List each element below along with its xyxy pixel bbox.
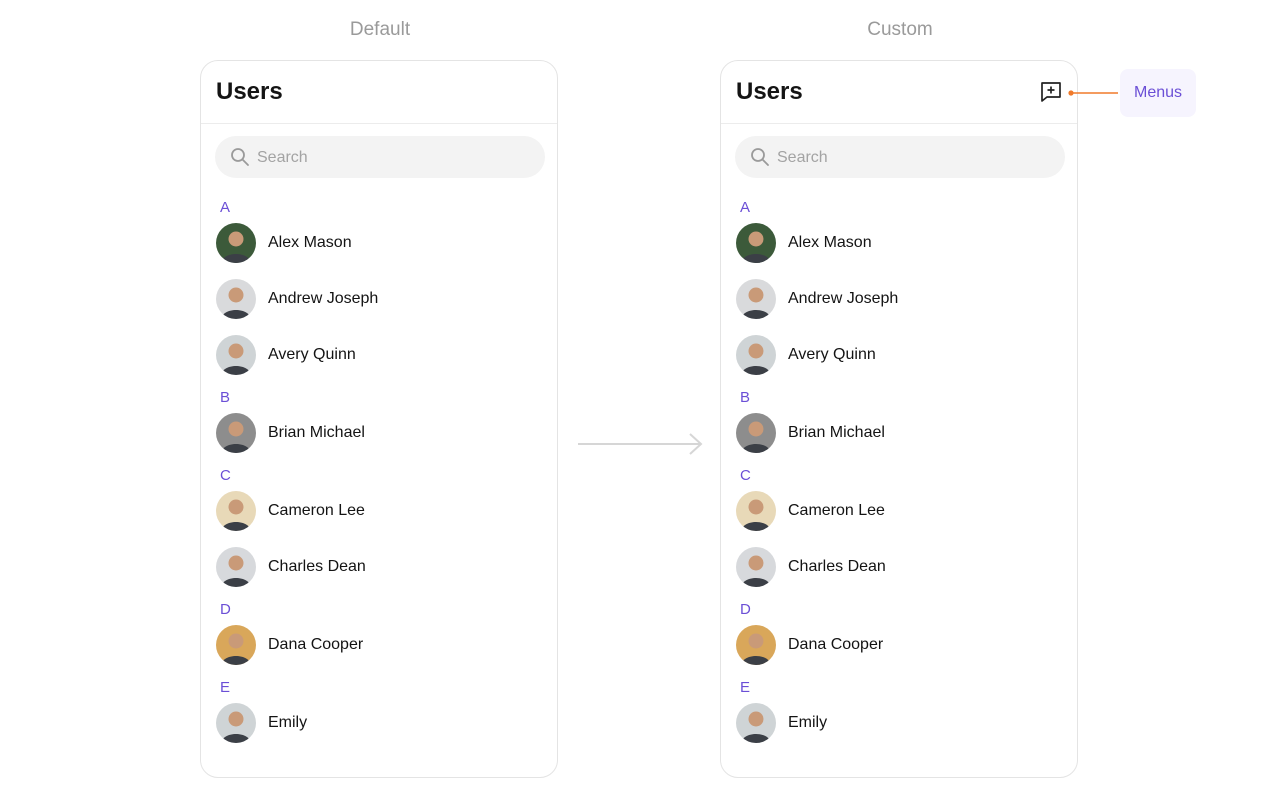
user-name: Alex Mason: [788, 234, 872, 251]
panel-header: Users: [201, 61, 557, 124]
user-name: Andrew Joseph: [268, 290, 379, 307]
section-letter: C: [220, 467, 231, 484]
menus-callout-label: Menus: [1120, 69, 1196, 117]
section-letter: A: [220, 199, 231, 216]
list-item[interactable]: Charles Dean: [216, 547, 544, 587]
avatar: [216, 625, 256, 665]
list-item[interactable]: Avery Quinn: [216, 335, 544, 375]
user-name: Alex Mason: [268, 234, 352, 251]
user-name: Emily: [788, 714, 828, 731]
list-item[interactable]: Charles Dean: [736, 547, 1064, 587]
avatar: [216, 547, 256, 587]
avatar: [736, 335, 776, 375]
users-panel-default: Users A Alex Mason Andrew Joseph Avery Quin…: [200, 60, 558, 778]
user-name: Cameron Lee: [788, 502, 885, 519]
avatar: [216, 491, 256, 531]
list-item[interactable]: Emily: [736, 703, 1064, 743]
avatar: [736, 625, 776, 665]
list-item[interactable]: Cameron Lee: [736, 491, 1064, 531]
user-name: Charles Dean: [268, 558, 366, 575]
search-icon: [231, 148, 249, 166]
list-item[interactable]: Andrew Joseph: [216, 279, 544, 319]
list-item[interactable]: Avery Quinn: [736, 335, 1064, 375]
arrow-right-icon: [578, 433, 703, 455]
custom-label: Custom: [867, 19, 933, 40]
avatar: [736, 703, 776, 743]
user-name: Brian Michael: [268, 424, 365, 441]
list-item[interactable]: Emily: [216, 703, 544, 743]
user-name: Avery Quinn: [268, 346, 356, 363]
user-name: Dana Cooper: [268, 636, 364, 653]
list-item[interactable]: Alex Mason: [736, 223, 1064, 263]
user-name: Avery Quinn: [788, 346, 876, 363]
page-title: Users: [216, 78, 283, 105]
default-label: Default: [349, 19, 411, 40]
page-title: Users: [736, 78, 803, 105]
search-bar[interactable]: [735, 136, 1065, 180]
user-name: Brian Michael: [788, 424, 885, 441]
user-name: Charles Dean: [788, 558, 886, 575]
search-icon: [751, 148, 769, 166]
section-letter: E: [220, 679, 231, 696]
section-letter: E: [740, 679, 751, 696]
section-letter: B: [220, 389, 231, 406]
avatar: [216, 223, 256, 263]
list-item[interactable]: Dana Cooper: [216, 625, 544, 665]
section-letter: C: [740, 467, 751, 484]
list-item[interactable]: Andrew Joseph: [736, 279, 1064, 319]
list-item[interactable]: Dana Cooper: [736, 625, 1064, 665]
panel-header: Users: [721, 61, 1077, 124]
list-item[interactable]: Alex Mason: [216, 223, 544, 263]
message-plus-icon[interactable]: [1039, 80, 1063, 104]
avatar: [216, 413, 256, 453]
search-input[interactable]: [775, 136, 1059, 180]
list-item[interactable]: Cameron Lee: [216, 491, 544, 531]
list-item[interactable]: Brian Michael: [216, 413, 544, 453]
avatar: [736, 413, 776, 453]
search-input[interactable]: [255, 136, 539, 180]
user-name: Cameron Lee: [268, 502, 365, 519]
comparison-stage: Default Custom Users A Alex Mason Andrew J…: [0, 0, 1280, 800]
avatar: [736, 223, 776, 263]
avatar: [216, 279, 256, 319]
user-name: Emily: [268, 714, 308, 731]
section-letter: A: [740, 199, 751, 216]
avatar: [216, 703, 256, 743]
section-letter: B: [740, 389, 751, 406]
user-name: Dana Cooper: [788, 636, 884, 653]
avatar: [216, 335, 256, 375]
user-name: Andrew Joseph: [788, 290, 899, 307]
avatar: [736, 547, 776, 587]
section-letter: D: [220, 601, 231, 618]
callout-connector: [1068, 90, 1118, 96]
users-panel-custom: Users A Alex Mason Andrew Joseph Avery Quin…: [720, 60, 1078, 778]
section-letter: D: [740, 601, 751, 618]
avatar: [736, 279, 776, 319]
avatar: [736, 491, 776, 531]
search-bar[interactable]: [215, 136, 545, 180]
list-item[interactable]: Brian Michael: [736, 413, 1064, 453]
